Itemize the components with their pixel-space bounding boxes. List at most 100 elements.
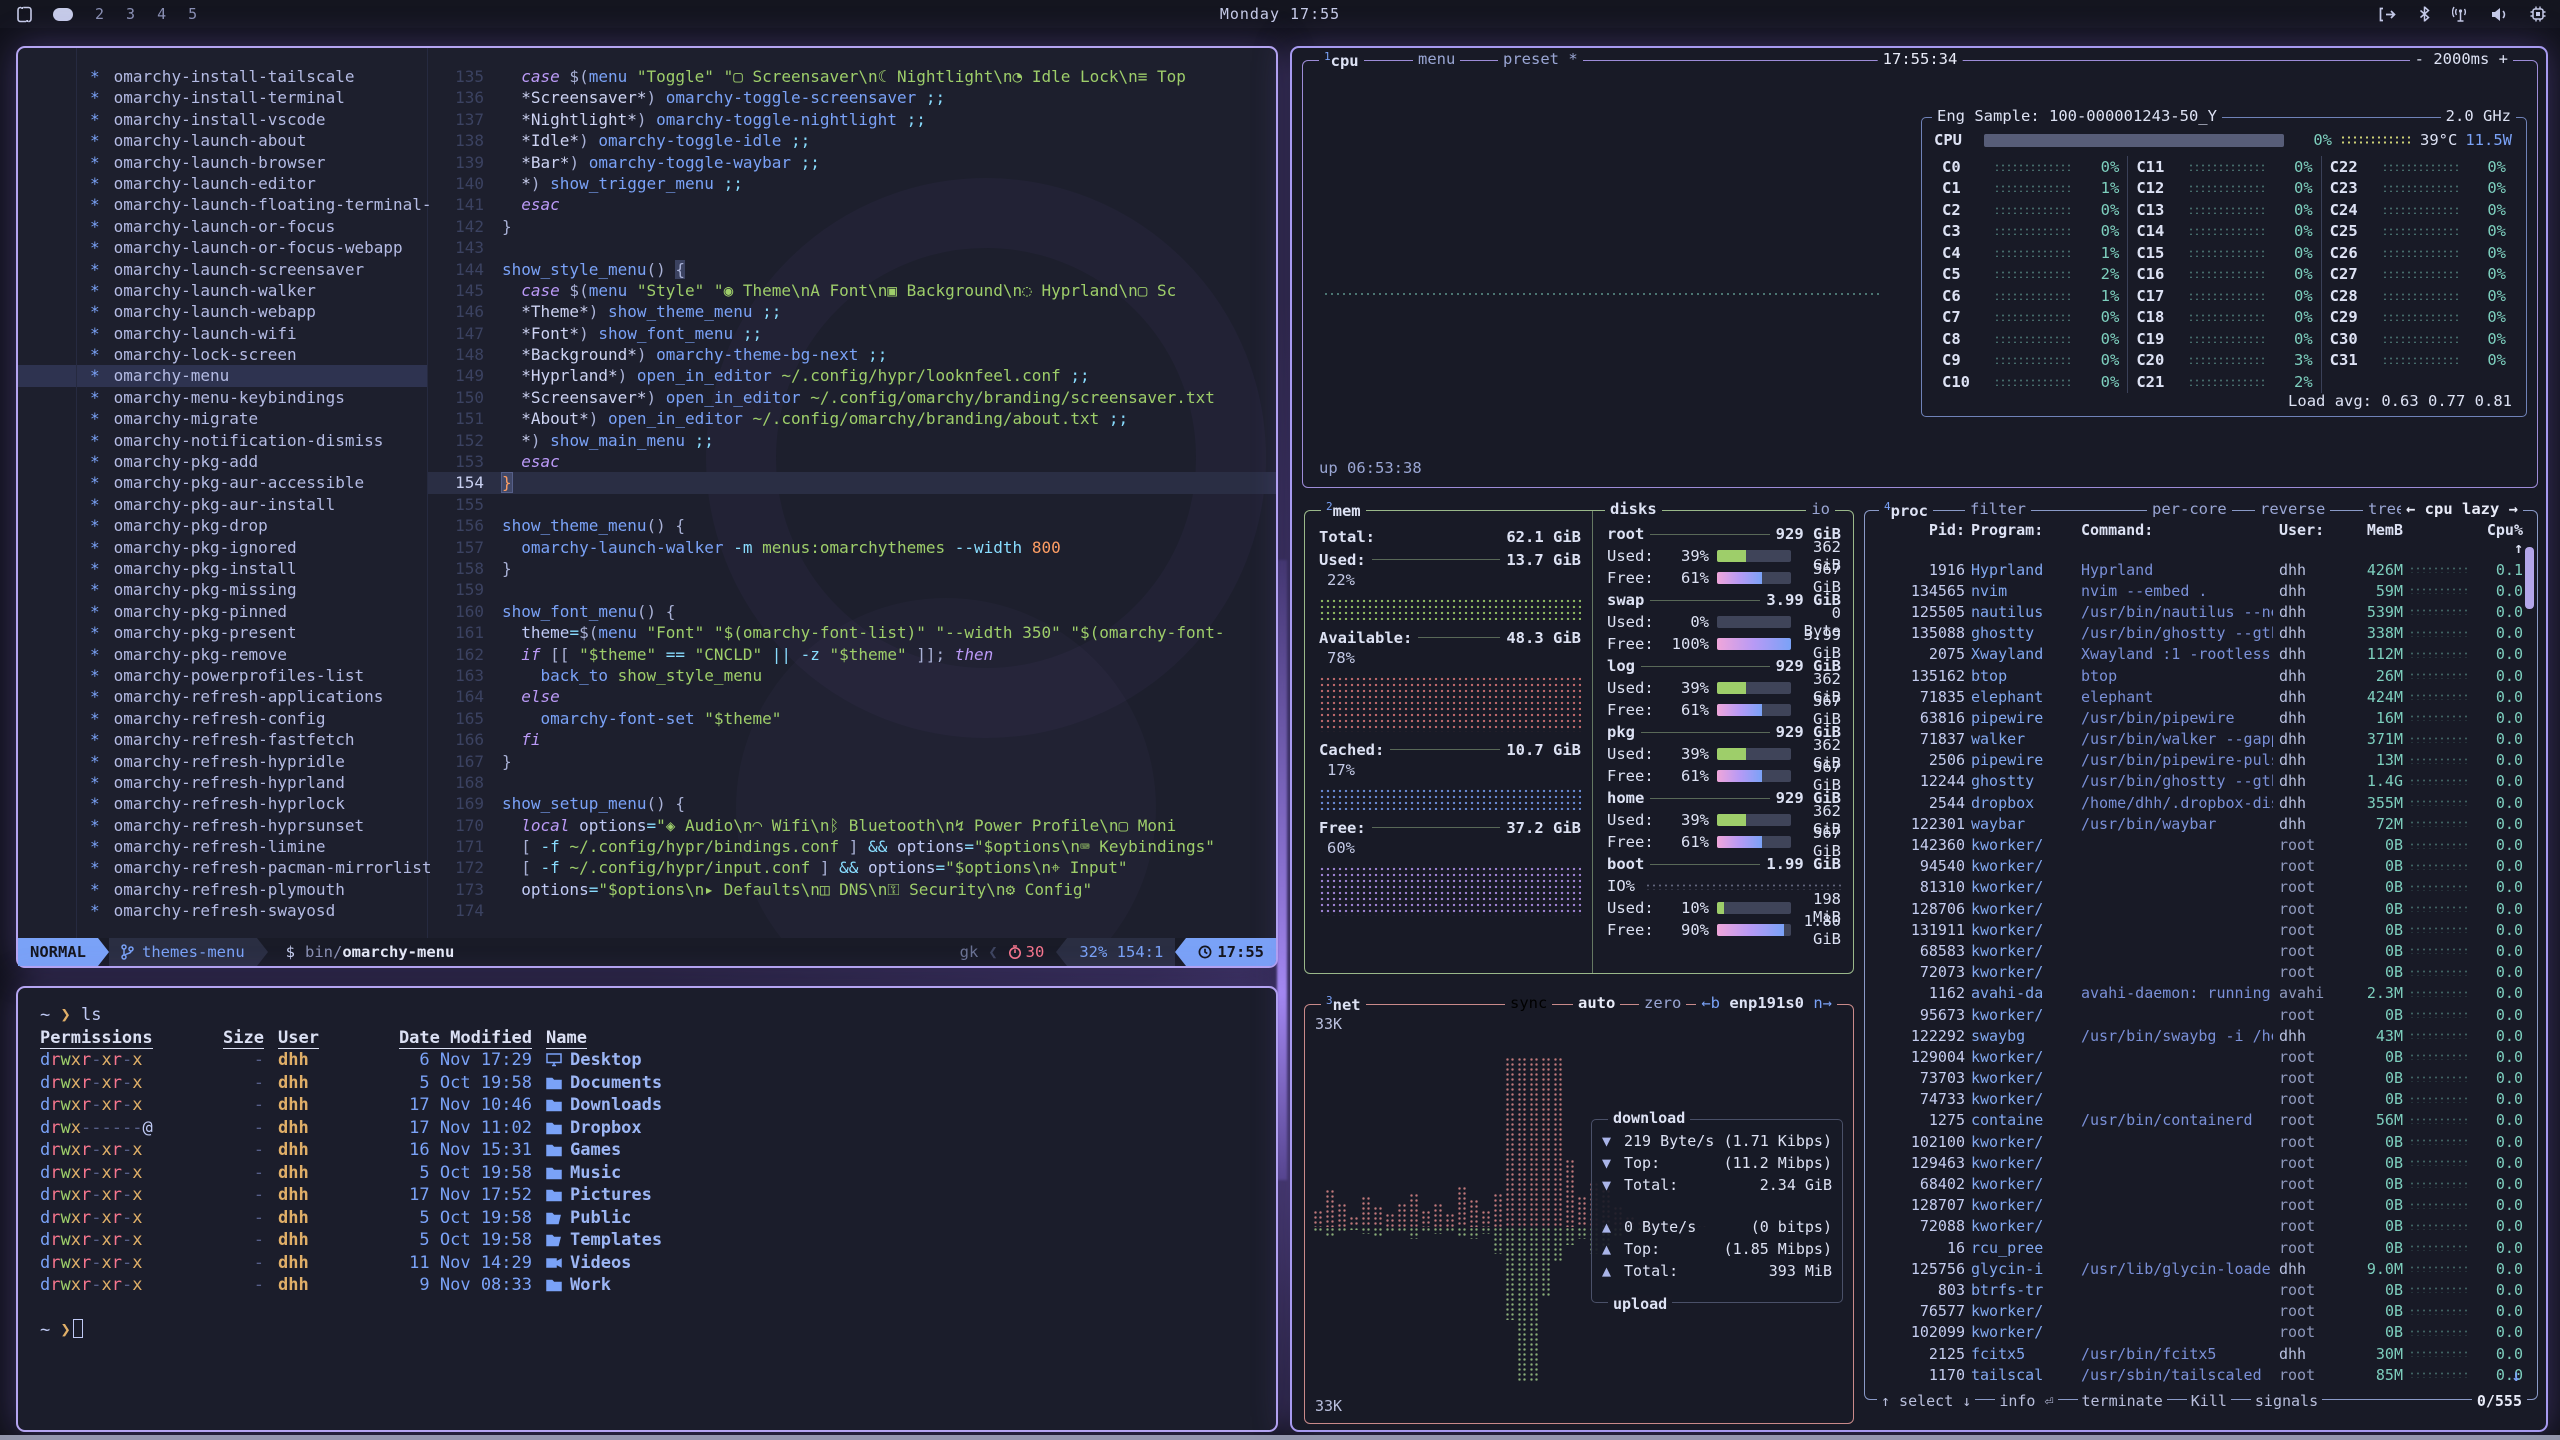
file-item[interactable]: *omarchy-launch-walker <box>18 280 427 301</box>
code-line[interactable]: 154} <box>428 472 1276 493</box>
file-item[interactable]: *omarchy-pkg-present <box>18 622 427 643</box>
file-item[interactable]: *omarchy-launch-about <box>18 130 427 151</box>
process-row[interactable]: 2544dropbox/home/dhh/.dropbox-distdhh355… <box>1873 792 2523 813</box>
footer-button[interactable]: ↑ select ↓ <box>1877 1392 1975 1410</box>
bluetooth-icon[interactable] <box>2419 6 2430 22</box>
code-line[interactable]: 146 *Theme*) show_theme_menu ;; <box>428 301 1276 322</box>
process-row[interactable]: 74733kworker/root0B0.0 <box>1873 1089 2523 1110</box>
workspace-2[interactable]: 2 <box>95 5 104 23</box>
file-item[interactable]: *omarchy-pkg-add <box>18 451 427 472</box>
process-row[interactable]: 16rcu_preeroot0B0.0 <box>1873 1237 2523 1258</box>
process-row[interactable]: 72073kworker/root0B0.0 <box>1873 962 2523 983</box>
code-line[interactable]: 148 *Background*) omarchy-theme-bg-next … <box>428 344 1276 365</box>
code-line[interactable]: 143 <box>428 237 1276 258</box>
net-sync-button[interactable]: sync <box>1505 994 1552 1012</box>
file-item[interactable]: *omarchy-launch-editor <box>18 173 427 194</box>
code-line[interactable]: 157 omarchy-launch-walker -m menus:omarc… <box>428 537 1276 558</box>
footer-button[interactable]: signals <box>2251 1392 2322 1410</box>
process-row[interactable]: 131911kworker/root0B0.0 <box>1873 919 2523 940</box>
file-item[interactable]: *omarchy-notification-dismiss <box>18 430 427 451</box>
code-line[interactable]: 171 [ -f ~/.config/hypr/bindings.conf ] … <box>428 836 1276 857</box>
scroll-down-hint[interactable]: ↓ <box>2511 1366 2521 1385</box>
file-item[interactable]: *omarchy-pkg-drop <box>18 515 427 536</box>
code-line[interactable]: 158} <box>428 558 1276 579</box>
entry-name[interactable]: Documents <box>546 1072 680 1095</box>
code-line[interactable]: 137 *Nightlight*) omarchy-toggle-nightli… <box>428 109 1276 130</box>
process-row[interactable]: 102100kworker/root0B0.0 <box>1873 1131 2523 1152</box>
workspace-active[interactable] <box>53 8 73 21</box>
entry-name[interactable]: Desktop <box>546 1049 680 1072</box>
code-line[interactable]: 152 *) show_main_menu ;; <box>428 430 1276 451</box>
file-item[interactable]: *omarchy-refresh-hyprland <box>18 772 427 793</box>
file-item[interactable]: *omarchy-refresh-pacman-mirrorlist <box>18 857 427 878</box>
file-item[interactable]: *omarchy-migrate <box>18 408 427 429</box>
code-line[interactable]: 151 *About*) open_in_editor ~/.config/om… <box>428 408 1276 429</box>
footer-button[interactable]: terminate <box>2078 1392 2167 1410</box>
file-item[interactable]: *omarchy-refresh-hyprlock <box>18 793 427 814</box>
process-row[interactable]: 134565nvimnvim --embed .dhh59M0.0 <box>1873 580 2523 601</box>
sort-selector[interactable]: ← cpu lazy → <box>2401 500 2523 518</box>
file-item[interactable]: *omarchy-pkg-aur-install <box>18 494 427 515</box>
file-item[interactable]: *omarchy-refresh-hypridle <box>18 751 427 772</box>
process-row[interactable]: 803btrfs-trroot0B0.0 <box>1873 1279 2523 1300</box>
file-item[interactable]: *omarchy-launch-wifi <box>18 323 427 344</box>
process-row[interactable]: 122292swaybg/usr/bin/swaybg -i /homdhh43… <box>1873 1025 2523 1046</box>
file-item[interactable]: *omarchy-pkg-pinned <box>18 601 427 622</box>
footer-button[interactable]: Kill <box>2187 1392 2231 1410</box>
entry-name[interactable]: Templates <box>546 1229 680 1252</box>
code-line[interactable]: 169show_setup_menu() { <box>428 793 1276 814</box>
file-item[interactable]: *omarchy-pkg-remove <box>18 644 427 665</box>
code-pane[interactable]: 135 case $(menu "Toggle" "▢ Screensaver\… <box>428 48 1276 938</box>
workspace-5[interactable]: 5 <box>188 5 197 23</box>
code-line[interactable]: 170 local options="◈ Audio\n◠ Wifi\nᛒ Bl… <box>428 815 1276 836</box>
process-row[interactable]: 128706kworker/root0B0.0 <box>1873 898 2523 919</box>
pomodoro-timer[interactable]: 30 <box>1008 943 1045 961</box>
file-item[interactable]: *omarchy-refresh-applications <box>18 686 427 707</box>
process-row[interactable]: 2125fcitx5/usr/bin/fcitx5dhh30M0.0 <box>1873 1343 2523 1364</box>
file-item[interactable]: *omarchy-menu-keybindings <box>18 387 427 408</box>
net-zero-button[interactable]: zero <box>1639 994 1686 1012</box>
proc-header[interactable]: Pid: Program: Command: User: MemB Cpu% ↑ <box>1865 511 2537 559</box>
code-line[interactable]: 135 case $(menu "Toggle" "▢ Screensaver\… <box>428 66 1276 87</box>
file-item[interactable]: *omarchy-refresh-fastfetch <box>18 729 427 750</box>
file-item[interactable]: *omarchy-launch-webapp <box>18 301 427 322</box>
process-row[interactable]: 12244ghostty/usr/bin/ghostty --gtk-dhh1.… <box>1873 771 2523 792</box>
entry-name[interactable]: Videos <box>546 1252 680 1275</box>
process-row[interactable]: 102099kworker/root0B0.0 <box>1873 1322 2523 1343</box>
process-row[interactable]: 68402kworker/root0B0.0 <box>1873 1173 2523 1194</box>
file-item[interactable]: *omarchy-install-vscode <box>18 109 427 130</box>
file-item[interactable]: *omarchy-refresh-config <box>18 708 427 729</box>
code-line[interactable]: 167} <box>428 751 1276 772</box>
file-item[interactable]: *omarchy-lock-screen <box>18 344 427 365</box>
code-line[interactable]: 149 *Hyprland*) open_in_editor ~/.config… <box>428 365 1276 386</box>
file-list-pane[interactable]: *omarchy-install-tailscale *omarchy-insta… <box>18 48 428 938</box>
file-item[interactable]: *omarchy-pkg-aur-accessible <box>18 472 427 493</box>
code-line[interactable]: 165 omarchy-font-set "$theme" <box>428 708 1276 729</box>
process-row[interactable]: 135162btopbtopdhh26M0.0 <box>1873 665 2523 686</box>
code-line[interactable]: 161 theme=$(menu "Font" "$(omarchy-font-… <box>428 622 1276 643</box>
screencast-icon[interactable] <box>2378 7 2397 22</box>
process-row[interactable]: 95673kworker/root0B0.0 <box>1873 1004 2523 1025</box>
file-item[interactable]: *omarchy-pkg-install <box>18 558 427 579</box>
code-line[interactable]: 147 *Font*) show_font_menu ;; <box>428 323 1276 344</box>
code-line[interactable]: 153 esac <box>428 451 1276 472</box>
code-line[interactable]: 139 *Bar*) omarchy-toggle-waybar ;; <box>428 152 1276 173</box>
file-item[interactable]: *omarchy-pkg-ignored <box>18 537 427 558</box>
process-row[interactable]: 128707kworker/root0B0.0 <box>1873 1195 2523 1216</box>
filter-button[interactable]: filter <box>1965 500 2031 518</box>
file-item[interactable]: *omarchy-install-tailscale <box>18 66 427 87</box>
process-row[interactable]: 73703kworker/root0B0.0 <box>1873 1068 2523 1089</box>
code-line[interactable]: 168 <box>428 772 1276 793</box>
workspace-4[interactable]: 4 <box>157 5 166 23</box>
file-item[interactable]: *omarchy-launch-screensaver <box>18 259 427 280</box>
footer-button[interactable]: info ⏎ <box>1995 1392 2057 1410</box>
entry-name[interactable]: Music <box>546 1162 680 1185</box>
reverse-button[interactable]: reverse <box>2255 500 2330 518</box>
code-line[interactable]: 141 esac <box>428 194 1276 215</box>
code-line[interactable]: 163 back_to show_style_menu <box>428 665 1276 686</box>
process-row[interactable]: 2506pipewire/usr/bin/pipewire-pulsedhh13… <box>1873 750 2523 771</box>
file-item[interactable]: *omarchy-launch-or-focus <box>18 216 427 237</box>
file-item[interactable]: *omarchy-launch-or-focus-webapp <box>18 237 427 258</box>
process-row[interactable]: 63816pipewire/usr/bin/pipewiredhh16M0.0 <box>1873 707 2523 728</box>
code-line[interactable]: 150 *Screensaver*) open_in_editor ~/.con… <box>428 387 1276 408</box>
